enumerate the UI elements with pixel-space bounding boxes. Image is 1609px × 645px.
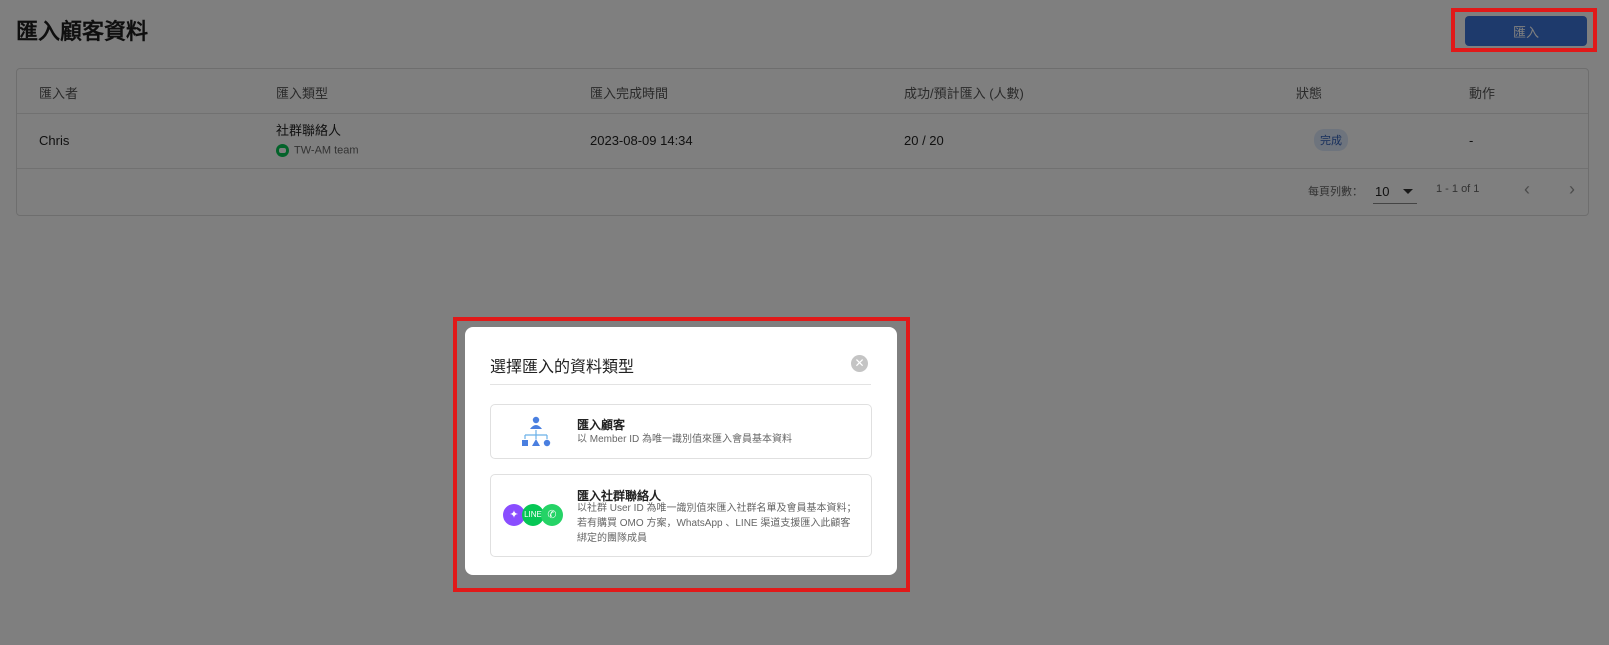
dialog-highlight [453, 317, 910, 592]
import-button-highlight [1451, 8, 1597, 52]
